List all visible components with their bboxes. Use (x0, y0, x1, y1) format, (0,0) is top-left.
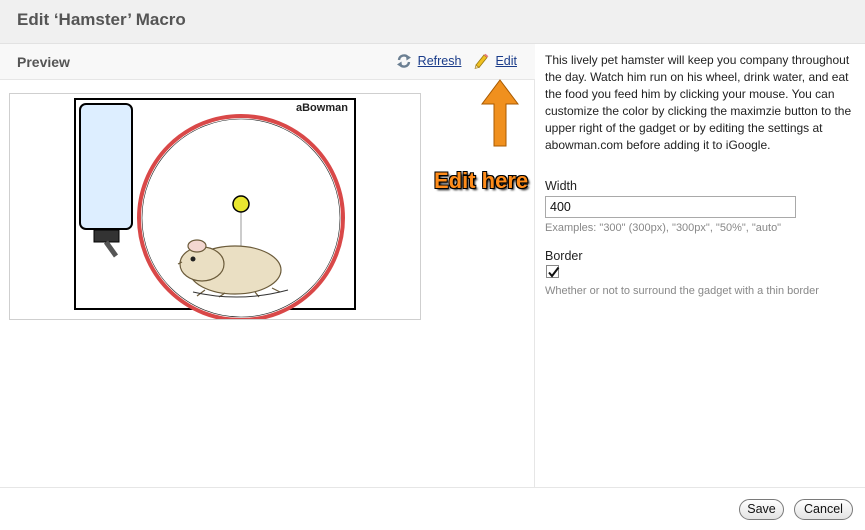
dialog-footer (0, 487, 865, 530)
gadget-description: This lively pet hamster will keep you co… (545, 53, 852, 152)
bottle-cap (93, 229, 120, 243)
preview-actions: Refresh Edit (396, 53, 517, 69)
water-bottle (79, 103, 133, 230)
gadget-brand: aBowman (296, 102, 348, 114)
border-checkbox[interactable] (546, 265, 560, 278)
edit-link[interactable]: Edit (495, 54, 517, 68)
dialog-header: Edit ‘Hamster’ Macro (0, 0, 865, 44)
width-help: Examples: "300" (300px), "300px", "50%",… (545, 222, 782, 234)
dialog-title: Edit ‘Hamster’ Macro (17, 10, 186, 29)
preview-label: Preview (17, 54, 70, 70)
pencil-icon[interactable] (473, 53, 489, 69)
gadget-preview: aBowman (9, 93, 421, 322)
checkmark-icon (548, 266, 560, 278)
cancel-button[interactable]: Cancel (794, 499, 853, 520)
width-input[interactable] (545, 196, 796, 218)
preview-pane: Preview Refresh Edit aBowman (0, 44, 535, 487)
refresh-icon[interactable] (396, 53, 412, 69)
preview-toolbar: Preview Refresh Edit (0, 44, 535, 80)
refresh-link[interactable]: Refresh (418, 54, 462, 68)
save-button[interactable]: Save (739, 499, 784, 520)
width-label: Width (545, 179, 577, 193)
annotation-text: Edit here (434, 168, 529, 193)
border-label: Border (545, 249, 583, 263)
border-help: Whether or not to surround the gadget wi… (545, 285, 819, 297)
annotation-arrow (481, 79, 519, 147)
yellow-ball (232, 195, 250, 213)
hamster-gadget[interactable]: aBowman (10, 94, 420, 322)
settings-pane: This lively pet hamster will keep you co… (545, 52, 855, 154)
